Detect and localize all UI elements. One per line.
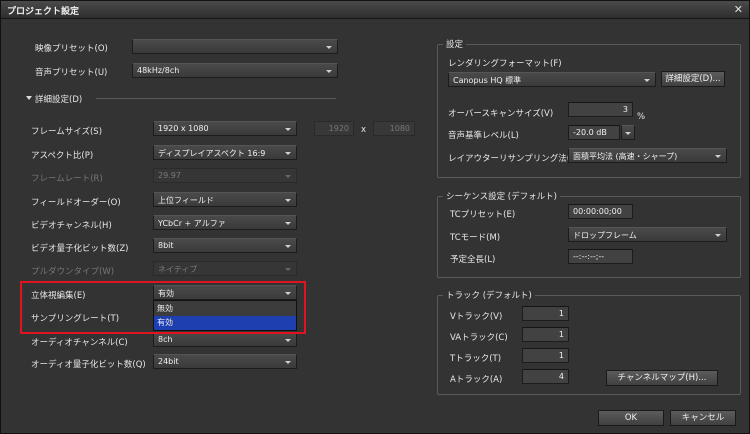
track-group-title: トラック (デフォルト): [443, 289, 535, 301]
chevron-down-icon: [644, 79, 650, 82]
v-track-input[interactable]: 1: [522, 306, 569, 321]
project-settings-dialog: プロジェクト設定 ✕ 映像プリセット(O) 音声プリセット(U) 48kHz/8…: [0, 0, 750, 434]
audio-bit-select[interactable]: 24bit: [153, 354, 297, 369]
ok-button[interactable]: OK: [598, 410, 664, 426]
window-title: プロジェクト設定: [7, 7, 80, 17]
channel-map-button[interactable]: チャンネルマップ(H)...: [606, 370, 718, 386]
sequence-group-title: シーケンス設定 (デフォルト): [443, 190, 560, 202]
chevron-down-icon: [285, 175, 291, 178]
chevron-down-icon: [285, 128, 291, 131]
rendering-format-label: レンダリングフォーマット(F): [448, 59, 562, 69]
audio-preset-label: 音声プリセット(U): [35, 68, 108, 78]
pulldown-label: プルダウンタイプ(W): [31, 267, 115, 277]
chevron-down-icon: [285, 152, 291, 155]
detail-settings-button[interactable]: 詳細設定(D)...: [661, 71, 725, 87]
audio-bit-label: オーディオ量子化ビット数(Q): [31, 360, 146, 370]
audio-level-label: 音声基準レベル(L): [448, 131, 519, 141]
frame-height-input[interactable]: 1080: [373, 121, 415, 136]
pulldown-select[interactable]: ネイティブ: [153, 261, 297, 276]
video-channel-select[interactable]: YCbCr + アルファ: [153, 215, 297, 230]
chevron-down-icon: [326, 46, 332, 49]
va-track-label: VAトラック(C): [450, 333, 508, 343]
chevron-down-icon: [285, 199, 291, 202]
settings-group-title: 設定: [443, 38, 467, 50]
title-bar: プロジェクト設定 ✕: [1, 1, 749, 19]
video-bit-label: ビデオ量子化ビット数(Z): [31, 244, 129, 254]
audio-channel-select[interactable]: 8ch: [153, 332, 297, 347]
framerate-select[interactable]: 29.97: [153, 168, 297, 183]
chevron-down-icon: [285, 268, 291, 271]
collapse-triangle-icon[interactable]: [26, 96, 32, 100]
field-order-label: フィールドオーダー(O): [31, 198, 121, 208]
frame-size-label: フレームサイズ(S): [31, 127, 103, 137]
overscan-input[interactable]: 3: [568, 102, 633, 117]
close-icon[interactable]: ✕: [734, 3, 743, 16]
frame-width-input[interactable]: 1920: [314, 121, 354, 136]
a-track-input[interactable]: 4: [522, 369, 569, 384]
audio-level-dropdown[interactable]: [621, 125, 635, 140]
tc-mode-label: TCモード(M): [450, 233, 501, 243]
audio-preset-select[interactable]: 48kHz/8ch: [132, 63, 338, 78]
va-track-input[interactable]: 1: [522, 327, 569, 342]
aspect-label: アスペクト比(P): [31, 151, 94, 161]
aspect-select[interactable]: ディスプレイアスペクト 16:9: [153, 145, 297, 160]
overscan-label: オーバースキャンサイズ(V): [448, 109, 554, 119]
t-track-input[interactable]: 1: [522, 348, 569, 363]
rendering-format-select[interactable]: Canopus HQ 標準: [448, 72, 656, 87]
audio-level-input[interactable]: -20.0 dB: [568, 125, 620, 140]
chevron-down-icon: [285, 339, 291, 342]
tc-preset-input[interactable]: 00:00:00;00: [568, 204, 633, 219]
video-channel-label: ビデオチャンネル(H): [31, 221, 112, 231]
chevron-down-icon: [285, 222, 291, 225]
chevron-down-icon: [715, 155, 721, 158]
t-track-label: Tトラック(T): [450, 354, 502, 364]
tc-mode-select[interactable]: ドロップフレーム: [568, 227, 727, 242]
frame-x-label: x: [361, 125, 367, 135]
frame-size-select[interactable]: 1920 x 1080: [153, 121, 297, 136]
a-track-label: Aトラック(A): [450, 375, 503, 385]
v-track-label: Vトラック(V): [450, 312, 503, 322]
field-order-select[interactable]: 上位フィールド: [153, 192, 297, 207]
layouter-select[interactable]: 面積平均法 (高速・シャープ): [568, 148, 727, 163]
details-label[interactable]: 詳細設定(D): [35, 93, 82, 105]
details-divider: [96, 98, 336, 99]
total-length-input[interactable]: --:--:--;--: [568, 249, 633, 264]
chevron-down-icon: [625, 132, 631, 135]
layouter-label: レイアウターリサンプリング法(R): [448, 154, 580, 164]
framerate-label: フレームレート(R): [31, 174, 103, 184]
video-preset-label: 映像プリセット(O): [35, 44, 108, 54]
chevron-down-icon: [715, 234, 721, 237]
video-bit-select[interactable]: 8bit: [153, 238, 297, 253]
tc-preset-label: TCプリセット(E): [450, 210, 516, 220]
highlight-box: [20, 281, 306, 334]
cancel-button[interactable]: キャンセル: [670, 410, 736, 426]
chevron-down-icon: [285, 361, 291, 364]
chevron-down-icon: [326, 70, 332, 73]
overscan-unit: %: [637, 112, 646, 122]
audio-channel-label: オーディオチャンネル(C): [31, 338, 128, 348]
video-preset-select[interactable]: [132, 39, 338, 54]
total-length-label: 予定全長(L): [450, 255, 496, 265]
chevron-down-icon: [285, 245, 291, 248]
